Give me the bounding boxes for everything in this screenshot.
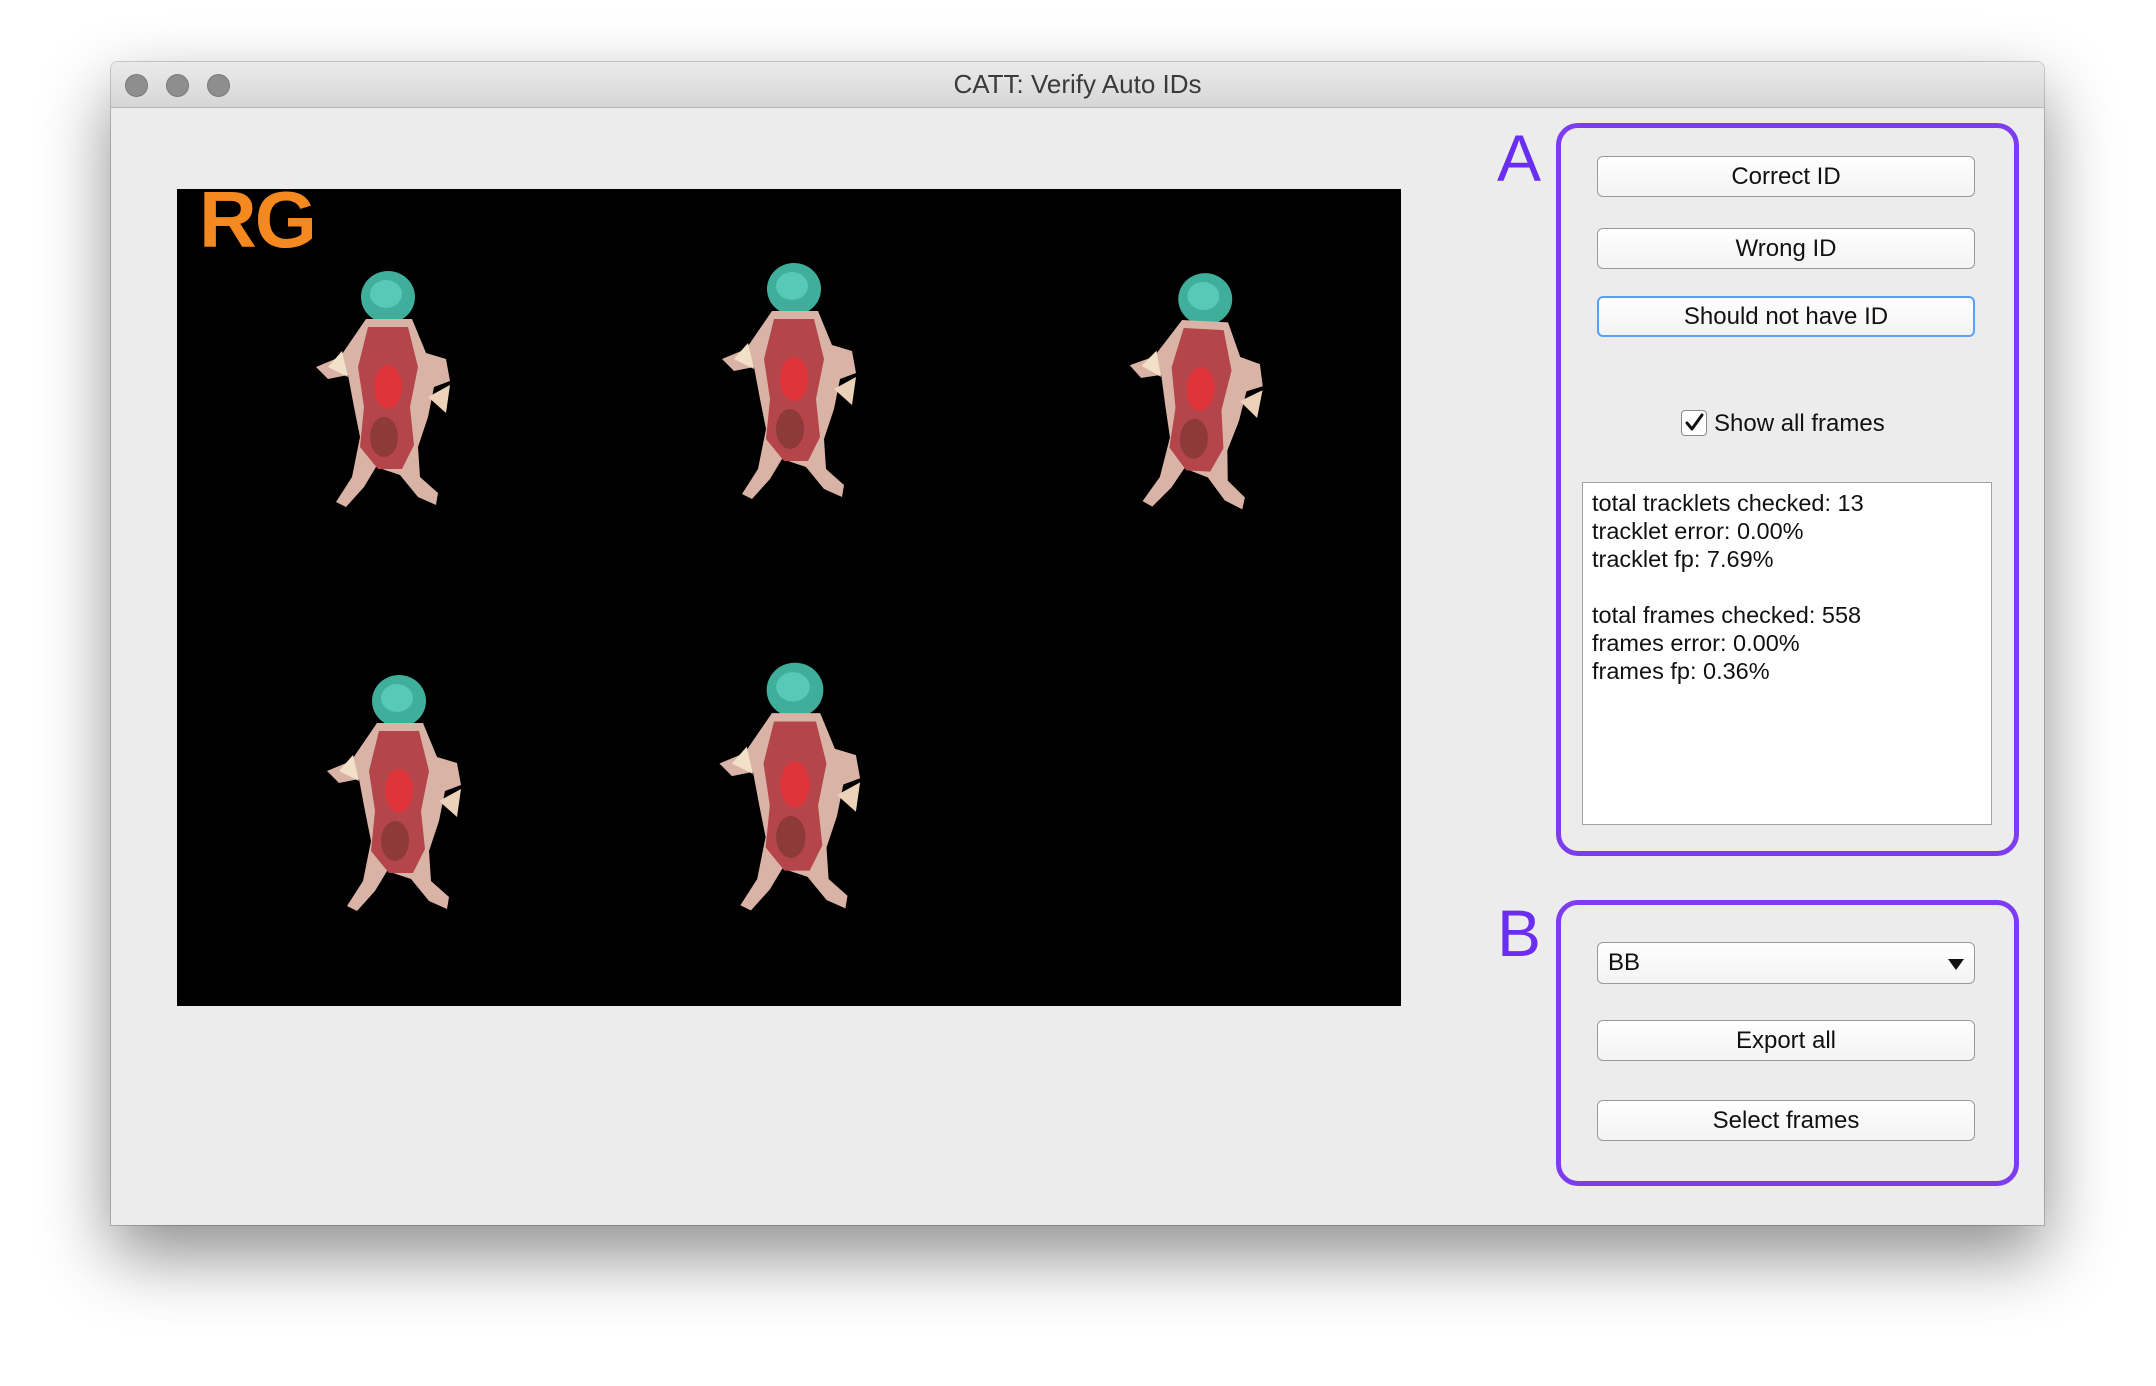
panel-b-letter: B — [1497, 896, 1542, 970]
stats-text-area[interactable]: total tracklets checked: 13 tracklet err… — [1582, 482, 1992, 825]
select-frames-button[interactable]: Select frames — [1597, 1100, 1975, 1141]
stat-frames-fp: frames fp: 0.36% — [1592, 658, 1770, 684]
stat-frames-checked: total frames checked: 558 — [1592, 602, 1862, 628]
animal-frames — [316, 263, 1269, 911]
animal-frame-2 — [722, 263, 856, 499]
identity-dropdown-value: BB — [1608, 949, 1641, 976]
frame-viewer[interactable]: RG — [177, 175, 1401, 1006]
identity-label: RG — [199, 175, 317, 264]
dropdown-arrow-icon — [1948, 959, 1964, 970]
wrong-id-button[interactable]: Wrong ID — [1597, 228, 1975, 269]
animal-frame-3 — [1122, 269, 1269, 513]
stat-frames-error: frames error: 0.00% — [1592, 630, 1800, 656]
show-all-frames-label: Show all frames — [1714, 410, 1885, 437]
stat-tracklets-checked: total tracklets checked: 13 — [1592, 490, 1864, 516]
stat-tracklet-fp: tracklet fp: 7.69% — [1592, 546, 1774, 572]
show-all-frames-checkbox[interactable] — [1681, 410, 1707, 436]
animal-frame-5 — [719, 662, 861, 911]
window-title: CATT: Verify Auto IDs — [953, 69, 1202, 99]
stat-tracklet-error: tracklet error: 0.00% — [1592, 518, 1804, 544]
export-all-button[interactable]: Export all — [1597, 1020, 1975, 1061]
title-bar[interactable]: CATT: Verify Auto IDs — [111, 62, 2044, 108]
identity-dropdown[interactable]: BB — [1597, 942, 1975, 984]
checkmark-icon — [1685, 413, 1704, 431]
animal-frame-4 — [327, 675, 461, 911]
should-not-have-id-button[interactable]: Should not have ID — [1597, 296, 1975, 337]
show-all-frames-row[interactable]: Show all frames — [1681, 410, 1901, 440]
animal-frame-1 — [316, 271, 450, 507]
panel-a-letter: A — [1497, 121, 1542, 195]
correct-id-button[interactable]: Correct ID — [1597, 156, 1975, 197]
